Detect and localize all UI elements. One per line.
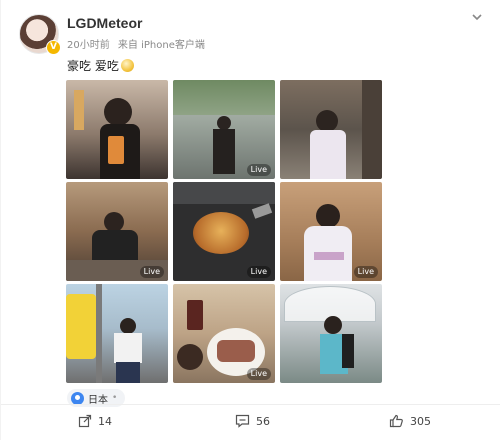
share-icon	[78, 414, 92, 428]
photo-9[interactable]	[280, 284, 382, 383]
photo-grid: Live Live Live Live Live	[66, 80, 382, 383]
photo-5[interactable]: Live	[173, 182, 275, 281]
photo-1[interactable]	[66, 80, 168, 179]
comment-icon	[235, 414, 250, 428]
verified-badge-icon: V	[46, 40, 61, 55]
post-meta: 20小时前 来自 iPhone客户端	[67, 36, 210, 51]
like-count: 305	[410, 414, 431, 428]
username[interactable]: LGDMeteor	[67, 15, 142, 31]
share-button[interactable]: 14	[78, 412, 112, 430]
emoji-drool-icon	[120, 59, 134, 72]
comment-button[interactable]: 56	[235, 412, 270, 430]
live-badge: Live	[246, 266, 271, 278]
photo-8[interactable]: Live	[173, 284, 275, 383]
location-pin-icon	[71, 391, 84, 405]
post-text: 豪吃 爱吃	[67, 57, 134, 74]
comment-count: 56	[256, 414, 270, 428]
photo-3[interactable]	[280, 80, 382, 179]
share-count: 14	[98, 414, 112, 428]
post-time: 20小时前	[67, 40, 110, 51]
photo-4[interactable]: Live	[66, 182, 168, 281]
divider	[1, 404, 500, 405]
chevron-down-icon[interactable]	[470, 10, 484, 24]
live-badge: Live	[246, 368, 271, 380]
live-badge: Live	[246, 164, 271, 176]
photo-6[interactable]: Live	[280, 182, 382, 281]
thumbs-up-icon	[389, 414, 403, 428]
post-text-content: 豪吃 爱吃	[67, 59, 119, 73]
live-badge: Live	[353, 266, 378, 278]
post-source: 来自 iPhone客户端	[117, 40, 205, 51]
live-badge: Live	[139, 266, 164, 278]
photo-2[interactable]: Live	[173, 80, 275, 179]
weibo-post-card: V LGDMeteor 20小时前 来自 iPhone客户端 豪吃 爱吃 Liv…	[1, 0, 500, 440]
photo-7[interactable]	[66, 284, 168, 383]
location-dot: •	[112, 393, 118, 403]
like-button[interactable]: 305	[389, 412, 431, 430]
